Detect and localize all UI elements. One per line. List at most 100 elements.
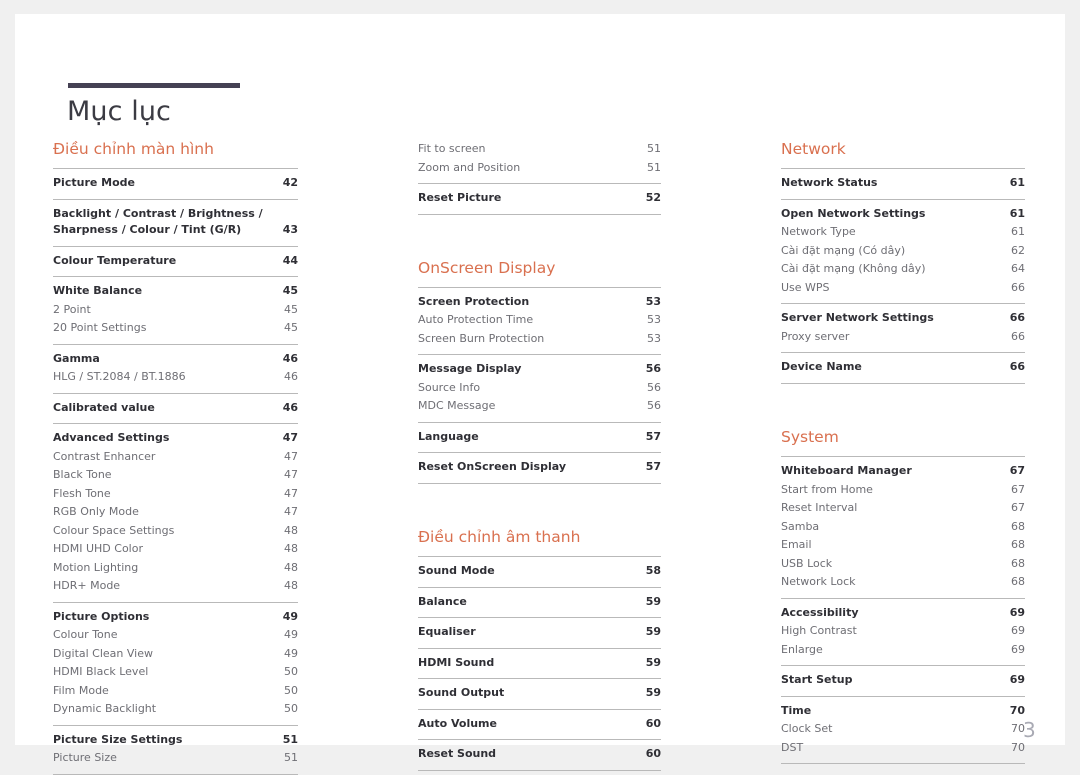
toc-entry[interactable]: Balance 59 (418, 593, 661, 612)
toc-entry[interactable]: Flesh Tone 47 (53, 485, 298, 504)
toc-entry[interactable]: Accessibility 69 (781, 604, 1025, 623)
toc-entry-page: 67 (1009, 464, 1025, 478)
toc-entry[interactable]: Colour Tone 49 (53, 626, 298, 645)
toc-entry[interactable]: HDMI Black Level 50 (53, 663, 298, 682)
toc-entry-label: Language (418, 429, 479, 443)
toc-entry[interactable]: Start from Home 67 (781, 481, 1025, 500)
toc-entry[interactable]: Advanced Settings 47 (53, 429, 298, 448)
toc-entry[interactable]: Fit to screen 51 (418, 140, 661, 159)
toc-entry[interactable]: Sound Output 59 (418, 684, 661, 703)
toc-entry-label: Gamma (53, 351, 100, 365)
toc-group: Auto Volume 60 (418, 708, 661, 740)
toc-entry[interactable]: Network Status 61 (781, 174, 1025, 193)
toc-entry-page: 70 (1009, 703, 1025, 717)
toc-entry-label: Motion Lighting (53, 560, 139, 574)
toc-entry[interactable]: RGB Only Mode 47 (53, 503, 298, 522)
toc-entry[interactable]: Network Lock 68 (781, 573, 1025, 592)
toc-entry[interactable]: Gamma 46 (53, 350, 298, 369)
toc-entry[interactable]: Time 70 (781, 702, 1025, 721)
toc-entry-label: Open Network Settings (781, 206, 926, 220)
toc-group: Advanced Settings 47 Contrast Enhancer 47 Bl… (53, 423, 298, 602)
toc-entry[interactable]: Cài đặt mạng (Có dây) 62 (781, 242, 1025, 261)
toc-entry[interactable]: Samba 68 (781, 518, 1025, 537)
toc-entry-label: Whiteboard Manager (781, 464, 912, 478)
toc-entry[interactable]: Colour Temperature 44 (53, 252, 298, 271)
toc-entry[interactable]: High Contrast 69 (781, 622, 1025, 641)
toc-entry[interactable]: Whiteboard Manager 67 (781, 462, 1025, 481)
toc-entry[interactable]: Zoom and Position 51 (418, 159, 661, 178)
toc-group: Equaliser 59 (418, 617, 661, 648)
toc-entry[interactable]: Language 57 (418, 428, 661, 447)
toc-entry[interactable]: Proxy server 66 (781, 328, 1025, 347)
toc-entry[interactable]: Picture Size 51 (53, 749, 298, 768)
toc-entry[interactable]: Picture Mode 42 (53, 174, 298, 193)
toc-entry[interactable]: Picture Options 49 (53, 608, 298, 627)
toc-entry-page: 53 (647, 331, 661, 345)
toc-entry[interactable]: Use WPS 66 (781, 279, 1025, 298)
toc-entry[interactable]: Clock Set 70 (781, 720, 1025, 739)
toc-entry[interactable]: Network Type 61 (781, 223, 1025, 242)
toc-entry[interactable]: Open Network Settings 61 (781, 205, 1025, 224)
toc-entry[interactable]: Reset OnScreen Display 57 (418, 458, 661, 477)
toc-entry[interactable]: Black Tone 47 (53, 466, 298, 485)
toc-entry[interactable]: Calibrated value 46 (53, 399, 298, 418)
toc-entry-page: 59 (645, 655, 661, 669)
toc-entry-label: Screen Burn Protection (418, 331, 545, 345)
toc-entry[interactable]: HDMI UHD Color 48 (53, 540, 298, 559)
toc-entry[interactable]: Motion Lighting 48 (53, 559, 298, 578)
toc-entry-label: Cài đặt mạng (Có dây) (781, 243, 906, 257)
toc-entry[interactable]: Screen Burn Protection 53 (418, 330, 661, 349)
toc-entry[interactable]: Colour Space Settings 48 (53, 522, 298, 541)
toc-entry-label: Sound Mode (418, 564, 495, 578)
toc-entry[interactable]: HLG / ST.2084 / BT.1886 46 (53, 368, 298, 387)
section-heading: Điều chỉnh âm thanh (418, 527, 581, 546)
toc-entry-page: 53 (647, 313, 661, 327)
toc-entry[interactable]: 20 Point Settings 45 (53, 319, 298, 338)
toc-entry[interactable]: Dynamic Backlight 50 (53, 700, 298, 719)
toc-entry-page: 48 (284, 579, 298, 593)
toc-entry-page: 51 (647, 142, 661, 155)
toc-entry-page: 64 (1011, 262, 1025, 276)
toc-entry[interactable]: Picture Size Settings 51 (53, 731, 298, 750)
toc-entry[interactable]: HDR+ Mode 48 (53, 577, 298, 596)
toc-entry[interactable]: Auto Volume 60 (418, 715, 661, 734)
toc-entry-page: 46 (282, 400, 298, 414)
toc-entry[interactable]: Reset Picture 52 (418, 189, 661, 208)
toc-entry[interactable]: Film Mode 50 (53, 682, 298, 701)
toc-entry[interactable]: Start Setup 69 (781, 671, 1025, 690)
toc-entry[interactable]: Backlight / Contrast / Brightness / Shar… (53, 205, 298, 240)
toc-entry[interactable]: Reset Interval 67 (781, 499, 1025, 518)
toc-entry-label: Dynamic Backlight (53, 702, 157, 716)
toc-entry[interactable]: Digital Clean View 49 (53, 645, 298, 664)
toc-group: Picture Options 49 Colour Tone 49 Digital Cl… (53, 601, 298, 725)
toc-entry-label: HLG / ST.2084 / BT.1886 (53, 370, 186, 384)
toc-entry[interactable]: Device Name 66 (781, 358, 1025, 377)
toc-entry[interactable]: Contrast Enhancer 47 (53, 448, 298, 467)
toc-entry[interactable]: MDC Message 56 (418, 397, 661, 416)
toc-entry[interactable]: White Balance 45 (53, 282, 298, 301)
toc-group: Start Setup 69 (781, 665, 1025, 696)
toc-entry[interactable]: DST 70 (781, 739, 1025, 758)
toc-entry[interactable]: Screen Protection 53 (418, 293, 661, 312)
toc-entry[interactable]: Reset Sound 60 (418, 745, 661, 764)
toc-entry[interactable]: Cài đặt mạng (Không dây) 64 (781, 260, 1025, 279)
toc-entry[interactable]: Equaliser 59 (418, 623, 661, 642)
toc-entry-label: Source Info (418, 380, 481, 394)
toc-entry[interactable]: Source Info 56 (418, 379, 661, 398)
toc-entry[interactable]: Enlarge 69 (781, 641, 1025, 660)
toc-group: Calibrated value 46 (53, 392, 298, 424)
toc-entry[interactable]: HDMI Sound 59 (418, 654, 661, 673)
toc-entry[interactable]: Server Network Settings 66 (781, 309, 1025, 328)
toc-entry[interactable]: 2 Point 45 (53, 301, 298, 320)
toc-entry[interactable]: Auto Protection Time 53 (418, 311, 661, 330)
toc-entry-label: Digital Clean View (53, 646, 153, 660)
toc-entry-label: HDMI UHD Color (53, 542, 143, 556)
toc-entry-label: Zoom and Position (418, 160, 521, 174)
toc-entry-label: DST (781, 740, 804, 754)
toc-entry[interactable]: Sound Mode 58 (418, 562, 661, 581)
toc-entry[interactable]: USB Lock 68 (781, 555, 1025, 574)
toc-entry[interactable]: Message Display 56 (418, 360, 661, 379)
toc-entry[interactable]: Email 68 (781, 536, 1025, 555)
toc-entry-label: HDMI Black Level (53, 665, 149, 679)
toc-entry-label: 20 Point Settings (53, 321, 147, 335)
